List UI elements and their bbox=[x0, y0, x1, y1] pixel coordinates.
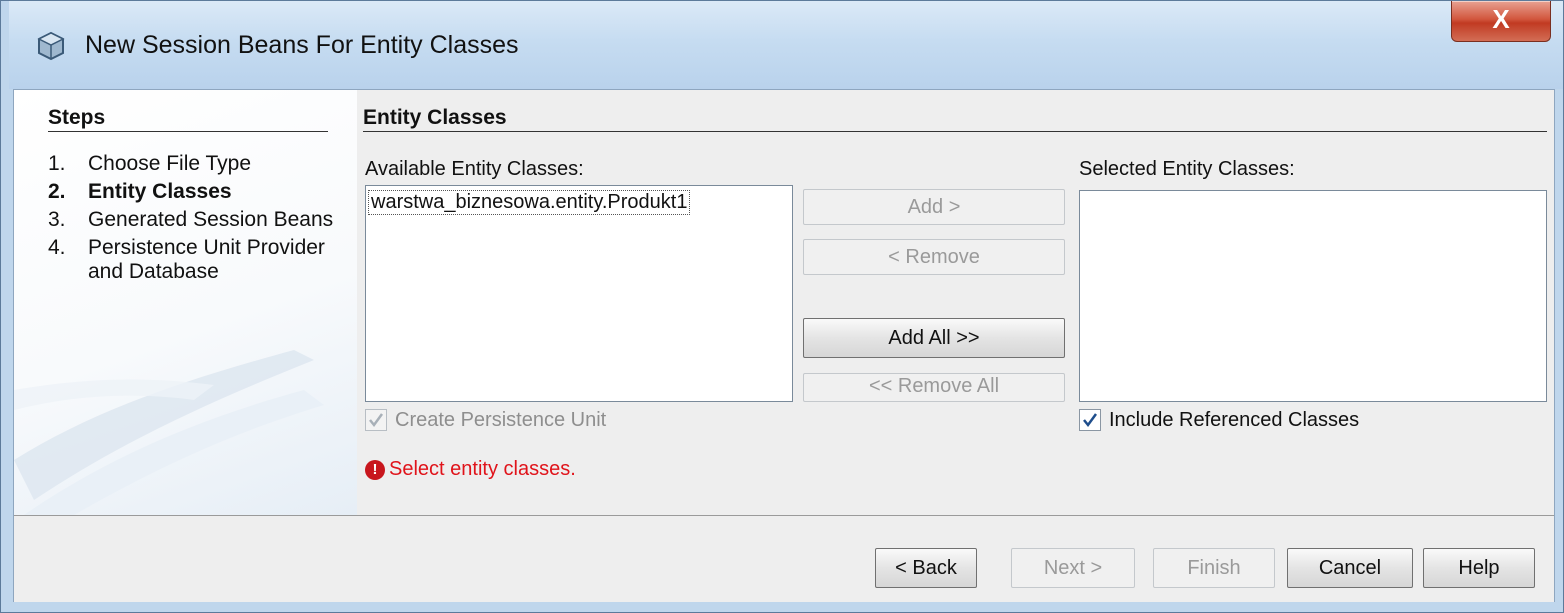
remove-button[interactable]: < Remove bbox=[803, 239, 1065, 275]
step-item: 1. Choose File Type bbox=[48, 152, 348, 176]
close-button[interactable]: X bbox=[1451, 1, 1551, 42]
available-classes-label: Available Entity Classes: bbox=[365, 158, 584, 180]
create-persistence-unit-checkbox[interactable] bbox=[365, 409, 387, 431]
step-item: 3. Generated Session Beans bbox=[48, 208, 348, 232]
cancel-button[interactable]: Cancel bbox=[1287, 548, 1413, 588]
include-referenced-classes-label: Include Referenced Classes bbox=[1109, 409, 1360, 431]
step-label: Choose File Type bbox=[88, 152, 252, 175]
steps-divider bbox=[48, 131, 328, 132]
decorative-swoosh bbox=[14, 350, 324, 515]
step-number: 4. bbox=[48, 236, 66, 259]
checkmark-icon bbox=[369, 413, 384, 428]
error-message: ! Select entity classes. bbox=[365, 458, 576, 481]
step-number: 2. bbox=[48, 180, 66, 203]
error-icon: ! bbox=[365, 459, 385, 480]
title-bar[interactable]: New Session Beans For Entity Classes X bbox=[9, 1, 1563, 89]
add-button[interactable]: Add > bbox=[803, 189, 1065, 225]
create-persistence-unit-label: Create Persistence Unit bbox=[395, 409, 607, 431]
entity-classes-panel: Entity Classes Available Entity Classes:… bbox=[357, 90, 1554, 515]
selected-classes-label: Selected Entity Classes: bbox=[1079, 158, 1295, 180]
steps-list: 1. Choose File Type 2. Entity Classes 3.… bbox=[48, 152, 348, 288]
add-all-button[interactable]: Add All >> bbox=[803, 318, 1065, 358]
steps-heading: Steps bbox=[48, 106, 106, 129]
list-item[interactable]: warstwa_biznesowa.entity.Produkt1 bbox=[368, 190, 691, 215]
step-label: Persistence Unit Provider and Database bbox=[88, 236, 325, 283]
help-button[interactable]: Help bbox=[1423, 548, 1535, 588]
step-number: 3. bbox=[48, 208, 66, 231]
step-label: Entity Classes bbox=[88, 180, 232, 203]
step-item-current: 2. Entity Classes bbox=[48, 180, 348, 204]
bean-cube-icon bbox=[37, 31, 65, 61]
selected-classes-list[interactable] bbox=[1079, 190, 1547, 402]
window-title: New Session Beans For Entity Classes bbox=[85, 31, 519, 59]
steps-panel: Steps 1. Choose File Type 2. Entity Clas… bbox=[14, 90, 357, 515]
next-button[interactable]: Next > bbox=[1011, 548, 1135, 588]
remove-all-button[interactable]: << Remove All bbox=[803, 373, 1065, 402]
section-divider bbox=[363, 131, 1547, 132]
step-item: 4. Persistence Unit Provider and Databas… bbox=[48, 236, 348, 284]
section-title: Entity Classes bbox=[363, 106, 507, 129]
finish-button[interactable]: Finish bbox=[1153, 548, 1275, 588]
step-number: 1. bbox=[48, 152, 66, 175]
checkmark-icon bbox=[1083, 413, 1098, 428]
dialog-client: Steps 1. Choose File Type 2. Entity Clas… bbox=[13, 89, 1555, 602]
error-text: Select entity classes. bbox=[389, 458, 576, 480]
available-classes-list[interactable]: warstwa_biznesowa.entity.Produkt1 bbox=[365, 185, 793, 402]
dialog-window: New Session Beans For Entity Classes X S… bbox=[0, 0, 1564, 613]
button-bar: < Back Next > Finish Cancel Help bbox=[14, 515, 1554, 602]
back-button[interactable]: < Back bbox=[875, 548, 977, 588]
include-referenced-classes-checkbox[interactable] bbox=[1079, 409, 1101, 431]
step-label: Generated Session Beans bbox=[88, 208, 334, 231]
